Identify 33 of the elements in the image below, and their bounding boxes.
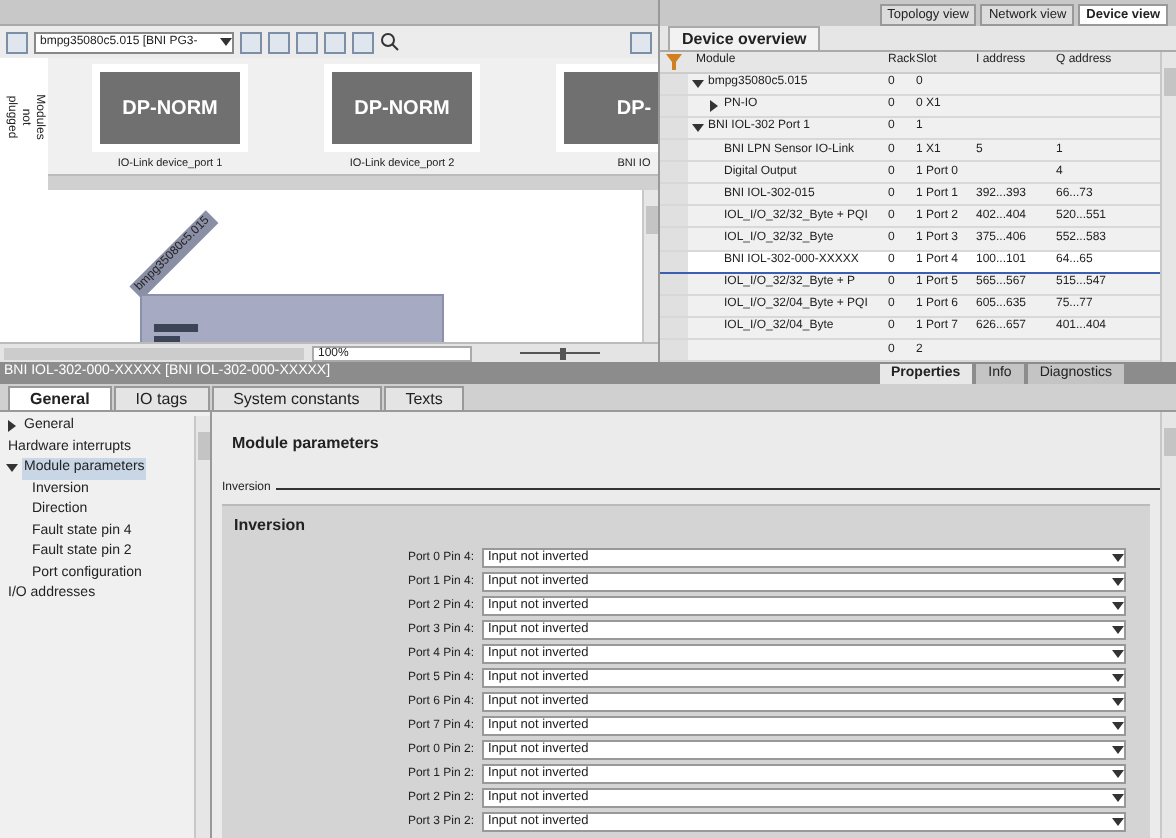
caret-right-icon[interactable] [708, 99, 720, 112]
module-card[interactable]: DP-NORM [324, 64, 480, 152]
settings-tab[interactable]: General [8, 386, 112, 410]
settings-tab[interactable]: Texts [383, 386, 465, 410]
scrollbar[interactable] [48, 174, 658, 190]
slider-thumb[interactable] [560, 347, 567, 359]
toolbar-icon[interactable] [268, 31, 290, 53]
settings-tab[interactable]: System constants [211, 386, 382, 410]
device-overview-tab[interactable]: Device overview [668, 26, 821, 50]
scrollbar[interactable] [1160, 52, 1176, 362]
zoom-icon[interactable] [380, 32, 400, 52]
caret-right-icon[interactable] [6, 420, 18, 433]
scrollbar[interactable] [4, 347, 304, 359]
section-heading: Module parameters [232, 432, 379, 456]
toolbar-icon[interactable] [324, 31, 346, 53]
caret-down-icon [220, 36, 232, 48]
group-title: Inversion [234, 514, 306, 538]
settings-tab[interactable]: IO tags [113, 386, 210, 410]
scrollbar[interactable] [642, 190, 658, 342]
device-module[interactable] [140, 294, 444, 342]
caret-down-icon[interactable] [6, 462, 18, 475]
caret-down-icon[interactable] [692, 77, 704, 90]
zoom-slider[interactable] [520, 347, 600, 359]
caret-down-icon[interactable] [692, 121, 704, 134]
scrollbar[interactable] [1160, 412, 1176, 838]
panel-icon[interactable] [630, 31, 652, 53]
module-card[interactable]: DP- [556, 64, 658, 152]
toolbar-icon[interactable] [296, 31, 318, 53]
filter-icon[interactable] [666, 53, 682, 70]
module-card[interactable]: DP-NORM [92, 64, 248, 152]
toolbar-icon[interactable] [240, 31, 262, 53]
scrollbar[interactable] [194, 416, 210, 838]
device-icon[interactable] [6, 31, 28, 53]
